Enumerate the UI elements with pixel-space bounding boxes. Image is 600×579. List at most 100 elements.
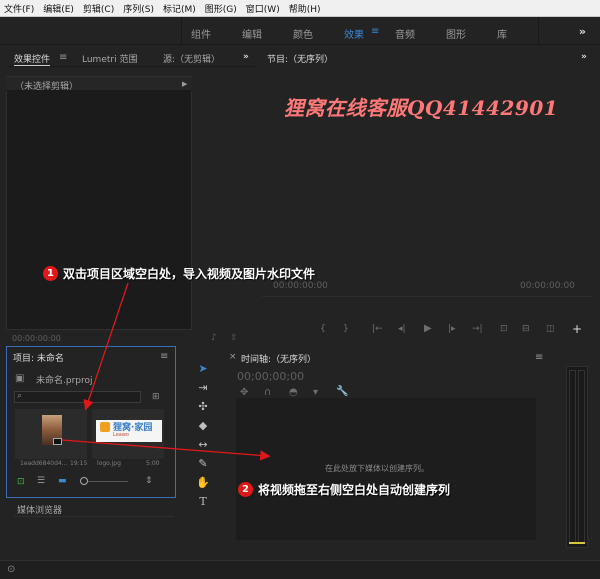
track-select-tool-icon[interactable]: ⇥ — [196, 381, 210, 395]
workspace-menu-icon[interactable]: ≡ — [371, 26, 379, 37]
menu-graphics[interactable]: 图形(G) — [205, 2, 237, 15]
zoom-slider[interactable] — [88, 481, 128, 482]
lock-icon[interactable]: ⊡ — [17, 477, 25, 487]
workspace-overflow-button[interactable]: » — [579, 25, 586, 38]
menu-marker[interactable]: 标记(M) — [163, 2, 196, 15]
new-bin-icon[interactable]: ⊞ — [152, 392, 160, 402]
image-thumbnail: 狸窝·家园 Leawo — [96, 420, 162, 442]
annotation-step-2-text: 将视频拖至右侧空白处自动创建序列 — [258, 483, 451, 497]
extract-icon[interactable]: ⊟ — [522, 324, 530, 334]
hand-tool-icon[interactable]: ✋ — [196, 476, 210, 490]
menu-clip[interactable]: 剪辑(C) — [83, 2, 114, 15]
project-item-duration: 19:15 — [70, 460, 88, 467]
workspace-tab-audio[interactable]: 音频 — [395, 26, 415, 41]
wrench-icon[interactable]: 🔧 — [336, 386, 348, 397]
panel-overflow-icon[interactable]: » — [243, 52, 249, 62]
step-forward-icon[interactable]: |▸ — [448, 324, 456, 334]
type-tool-icon[interactable]: T — [196, 495, 210, 509]
program-timecode-left: 00:00:00:00 — [273, 281, 328, 291]
project-item-video[interactable] — [15, 409, 87, 459]
workspace-bar: 组件 编辑 颜色 效果 ≡ 音频 图形 库 » — [0, 17, 600, 45]
search-icon: ⌕ — [17, 391, 23, 401]
razor-tool-icon[interactable]: ◆ — [196, 419, 210, 433]
meter-channel-right — [578, 370, 585, 544]
divider — [181, 17, 182, 45]
project-item-name: logo.jpg — [97, 460, 121, 467]
export-icon[interactable]: ⇪ — [230, 333, 238, 343]
menu-bar: 文件(F) 编辑(E) 剪辑(C) 序列(S) 标记(M) 图形(G) 窗口(W… — [0, 0, 600, 17]
logo-subtext: Leawo — [113, 432, 129, 438]
divider — [14, 516, 174, 517]
panel-menu-icon[interactable]: ≡ — [160, 351, 168, 362]
timeline-title: 时间轴:（无序列） — [241, 355, 317, 365]
nest-icon[interactable]: ✥ — [240, 387, 248, 398]
ripple-edit-tool-icon[interactable]: ✣ — [196, 400, 210, 414]
status-bar: ⊙ — [0, 560, 600, 579]
workspace-tab-editing[interactable]: 编辑 — [242, 26, 262, 41]
workspace-tab-libraries[interactable]: 库 — [497, 26, 507, 41]
workspace-tab-assembly[interactable]: 组件 — [191, 26, 211, 41]
program-timecode-right: 00:00:00:00 — [520, 281, 575, 291]
slip-tool-icon[interactable]: ↔ — [196, 438, 210, 452]
folder-icon: ▣ — [15, 373, 25, 384]
audio-meter — [566, 366, 588, 548]
meter-channel-left — [569, 370, 576, 544]
mark-out-icon[interactable]: } — [343, 324, 349, 334]
pen-tool-icon[interactable]: ✎ — [196, 457, 210, 471]
go-to-out-icon[interactable]: →| — [472, 324, 483, 334]
list-view-icon[interactable]: ☰ — [37, 476, 45, 486]
program-title: 节目:（无序列） — [267, 55, 334, 65]
snap-icon[interactable]: ∩ — [264, 387, 271, 398]
menu-sequence[interactable]: 序列(S) — [123, 2, 154, 15]
project-item-image[interactable]: 狸窝·家园 Leawo — [92, 409, 164, 459]
no-clip-label: （未选择剪辑） — [15, 82, 79, 92]
media-browser-title[interactable]: 媒体浏览器 — [17, 503, 62, 516]
filter-icon[interactable]: ♪ — [211, 333, 217, 343]
go-to-in-icon[interactable]: |← — [372, 324, 383, 334]
linked-selection-icon[interactable]: ◓ — [289, 387, 298, 398]
logo-icon — [100, 422, 110, 432]
playhead-track[interactable] — [262, 296, 592, 297]
panel-menu-icon[interactable]: ≡ — [535, 352, 543, 363]
menu-file[interactable]: 文件(F) — [4, 2, 34, 15]
expand-arrow-icon[interactable]: ▶ — [182, 80, 187, 88]
add-button-icon[interactable]: + — [572, 322, 582, 336]
panel-overflow-icon[interactable]: » — [581, 52, 587, 62]
tab-effect-controls[interactable]: 效果控件 — [14, 52, 51, 66]
sort-icon[interactable]: ⇕ — [145, 476, 153, 486]
annotation-step-1-badge: 1 — [43, 266, 58, 281]
project-title: 项目: 未命名 — [13, 354, 64, 364]
annotation-step-2-badge: 2 — [238, 482, 253, 497]
lift-icon[interactable]: ⊡ — [500, 324, 508, 334]
timeline-timecode[interactable]: 00;00;00;00 — [237, 370, 304, 383]
project-file-name: 未命名.prproj — [36, 376, 93, 386]
drop-hint: 在此处放下媒体以创建序列。 — [325, 464, 429, 473]
selection-tool-icon[interactable]: ➤ — [196, 362, 210, 376]
video-badge-icon — [53, 438, 62, 445]
step-back-icon[interactable]: ◂| — [398, 324, 406, 334]
icon-view-icon[interactable]: ▬ — [58, 476, 67, 486]
workspace-tab-effects[interactable]: 效果 — [344, 26, 364, 41]
add-marker-icon[interactable]: ▾ — [313, 387, 318, 398]
divider — [6, 66, 256, 67]
tab-source[interactable]: 源:（无剪辑） — [163, 52, 220, 65]
project-item-duration: 5:00 — [146, 460, 160, 467]
no-clip-row: （未选择剪辑） ▶ — [6, 77, 192, 92]
workspace-tab-graphics[interactable]: 图形 — [446, 26, 466, 41]
menu-edit[interactable]: 编辑(E) — [43, 2, 74, 15]
tab-lumetri-scopes[interactable]: Lumetri 范围 — [82, 52, 137, 65]
meter-level — [569, 542, 585, 544]
menu-window[interactable]: 窗口(W) — [246, 2, 280, 15]
export-frame-icon[interactable]: ◫ — [546, 324, 555, 334]
effect-controls-area[interactable] — [6, 76, 192, 330]
zoom-slider-handle[interactable] — [80, 477, 88, 485]
watermark-text: 狸窝在线客服QQ41442901 — [284, 96, 559, 120]
mark-in-icon[interactable]: { — [320, 324, 326, 334]
workspace-tab-color[interactable]: 颜色 — [293, 26, 313, 41]
panel-menu-icon[interactable]: ≡ — [59, 52, 67, 63]
search-input[interactable] — [14, 391, 141, 403]
close-icon[interactable]: × — [229, 352, 237, 362]
annotation-step-1-text: 双击项目区域空白处，导入视频及图片水印文件 — [63, 267, 316, 281]
play-icon[interactable]: ▶ — [424, 323, 432, 334]
menu-help[interactable]: 帮助(H) — [289, 2, 321, 15]
